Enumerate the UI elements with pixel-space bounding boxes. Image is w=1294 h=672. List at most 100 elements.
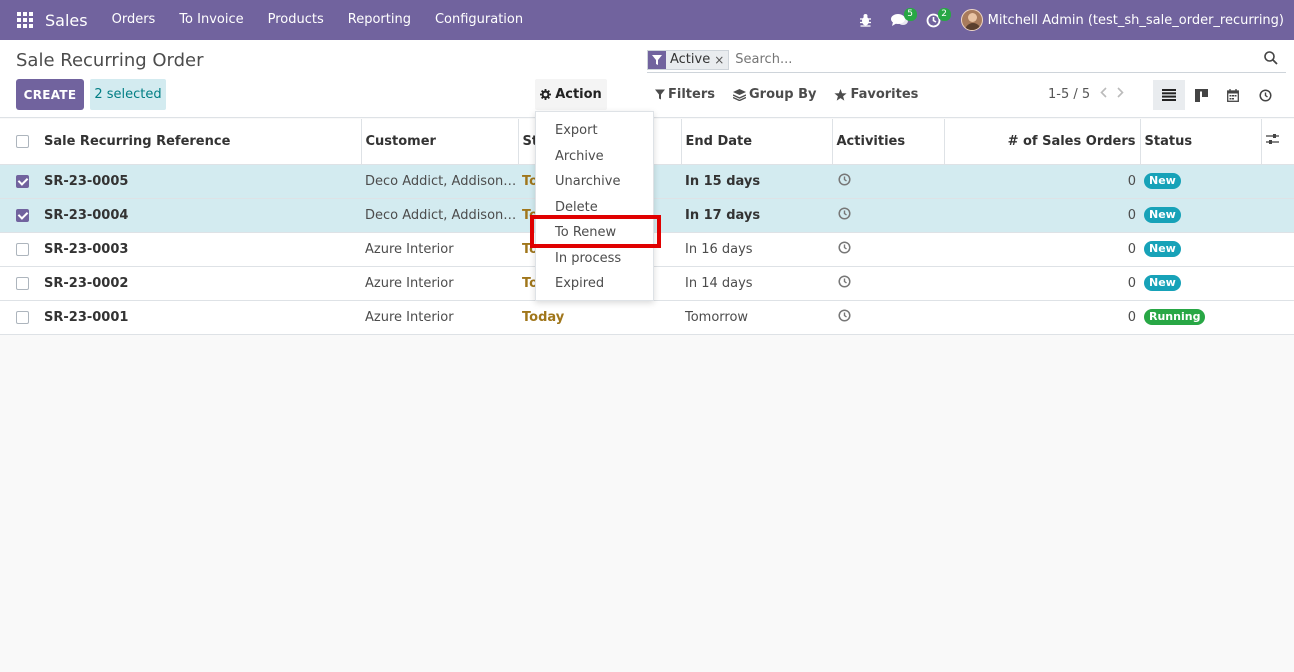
activity-clock-icon[interactable] <box>838 274 851 292</box>
col-header-customer[interactable]: Customer <box>361 119 519 164</box>
action-export[interactable]: Export <box>536 118 653 144</box>
menu-item-products[interactable]: Products <box>256 0 336 40</box>
cell-customer: Azure Interior <box>361 265 518 300</box>
select-all-checkbox[interactable] <box>16 134 29 148</box>
cell-end-date: In 15 days <box>681 163 832 198</box>
control-panel: Sale Recurring Order CREATE 2 selected A… <box>0 40 1294 118</box>
cell-spacer <box>1261 197 1294 232</box>
row-checkbox[interactable] <box>16 174 29 188</box>
action-delete[interactable]: Delete <box>536 195 653 221</box>
row-checkbox[interactable] <box>16 276 29 290</box>
optional-columns-toggle[interactable] <box>1261 119 1294 164</box>
pager-previous-icon[interactable] <box>1100 87 1107 102</box>
status-badge: New <box>1144 241 1181 257</box>
pager: 1-5 / 5 <box>1048 87 1124 102</box>
pager-value[interactable]: 1-5 / 5 <box>1048 87 1090 102</box>
status-badge: Running <box>1144 309 1206 325</box>
action-to-renew[interactable]: To Renew <box>536 220 653 246</box>
kanban-view-icon[interactable] <box>1185 80 1217 110</box>
facet-remove-icon[interactable]: × <box>714 53 728 67</box>
cell-spacer <box>1261 265 1294 300</box>
row-select-cell <box>0 163 40 198</box>
action-label: Action <box>555 87 602 102</box>
calendar-view-icon[interactable] <box>1217 80 1249 110</box>
pager-next-icon[interactable] <box>1117 87 1124 102</box>
debug-bug-icon[interactable] <box>849 0 883 40</box>
menu-item-to-invoice[interactable]: To Invoice <box>167 0 255 40</box>
action-button[interactable]: Action <box>535 79 607 110</box>
menu-item-configuration[interactable]: Configuration <box>423 0 535 40</box>
action-archive[interactable]: Archive <box>536 144 653 170</box>
status-badge: New <box>1144 207 1181 223</box>
col-header-end-date[interactable]: End Date <box>681 119 833 164</box>
col-header-status[interactable]: Status <box>1140 119 1262 164</box>
main-menu: Orders To Invoice Products Reporting Con… <box>100 0 536 40</box>
cell-activities <box>832 299 944 335</box>
facet-label: Active <box>670 52 711 67</box>
menu-item-reporting[interactable]: Reporting <box>336 0 423 40</box>
filters-dropdown[interactable]: Filters <box>655 87 715 102</box>
search-icon[interactable] <box>1264 51 1278 69</box>
page-title: Sale Recurring Order <box>16 50 204 71</box>
action-in-process[interactable]: In process <box>536 246 653 272</box>
activity-clock-icon[interactable] <box>838 172 851 190</box>
layers-icon <box>732 88 746 101</box>
search-input[interactable] <box>735 52 1286 67</box>
cell-start-date: Today <box>518 299 681 335</box>
cell-customer: Deco Addict, Addison ... <box>361 197 518 232</box>
cell-activities <box>832 197 944 232</box>
cell-status: New <box>1140 163 1261 198</box>
activity-clock-icon[interactable] <box>838 240 851 258</box>
list-view-icon[interactable] <box>1153 80 1185 110</box>
row-checkbox[interactable] <box>16 242 29 256</box>
favorites-label: Favorites <box>850 87 919 102</box>
activity-view-icon[interactable] <box>1249 80 1281 110</box>
cell-customer: Azure Interior <box>361 299 518 335</box>
menu-item-orders[interactable]: Orders <box>100 0 168 40</box>
cell-spacer <box>1261 163 1294 198</box>
user-menu[interactable]: Mitchell Admin (test_sh_sale_order_recur… <box>960 9 1284 31</box>
activity-clock-icon[interactable] <box>838 206 851 224</box>
action-expired[interactable]: Expired <box>536 271 653 297</box>
col-header-activities[interactable]: Activities <box>832 119 945 164</box>
view-switcher <box>1153 80 1281 110</box>
search-options: Filters Group By Favorites <box>655 87 936 102</box>
gear-icon <box>540 89 552 100</box>
cell-end-date: Tomorrow <box>681 299 832 335</box>
settings-sliders-icon <box>1265 134 1279 145</box>
row-select-cell <box>0 299 40 335</box>
row-select-cell <box>0 197 40 232</box>
table-row[interactable]: SR-23-0001 Azure Interior Today Tomorrow… <box>0 299 1294 335</box>
messages-chat-icon[interactable]: 5 <box>883 0 917 40</box>
cell-customer: Deco Addict, Addison ... <box>361 163 518 198</box>
status-badge: New <box>1144 275 1181 291</box>
groupby-dropdown[interactable]: Group By <box>732 87 816 102</box>
action-unarchive[interactable]: Unarchive <box>536 169 653 195</box>
status-badge: New <box>1144 173 1181 189</box>
col-header-sales-orders[interactable]: # of Sales Orders <box>944 119 1141 164</box>
user-avatar <box>960 9 983 31</box>
app-brand[interactable]: Sales <box>45 11 88 30</box>
cell-activities <box>832 163 944 198</box>
cell-end-date: In 14 days <box>681 265 832 300</box>
row-select-cell <box>0 265 40 300</box>
create-button[interactable]: CREATE <box>16 79 84 110</box>
filter-icon <box>655 89 665 100</box>
cell-activities <box>832 265 944 300</box>
top-navbar: Sales Orders To Invoice Products Reporti… <box>0 0 1294 40</box>
cell-spacer <box>1261 299 1294 335</box>
activity-clock-icon[interactable] <box>838 308 851 326</box>
col-header-reference[interactable]: Sale Recurring Reference <box>40 119 362 164</box>
cell-reference: SR-23-0001 <box>40 299 361 335</box>
cell-sales-orders: 0 <box>944 265 1140 300</box>
cell-sales-orders: 0 <box>944 163 1140 198</box>
row-checkbox[interactable] <box>16 310 29 324</box>
favorites-dropdown[interactable]: Favorites <box>834 87 918 102</box>
cell-activities <box>832 231 944 266</box>
user-name: Mitchell Admin (test_sh_sale_order_recur… <box>987 12 1284 28</box>
activities-clock-icon[interactable]: 2 <box>917 0 951 40</box>
row-checkbox[interactable] <box>16 208 29 222</box>
apps-menu-icon[interactable] <box>17 12 33 28</box>
action-dropdown-menu: Export Archive Unarchive Delete To Renew… <box>535 111 654 301</box>
star-icon <box>834 88 848 101</box>
